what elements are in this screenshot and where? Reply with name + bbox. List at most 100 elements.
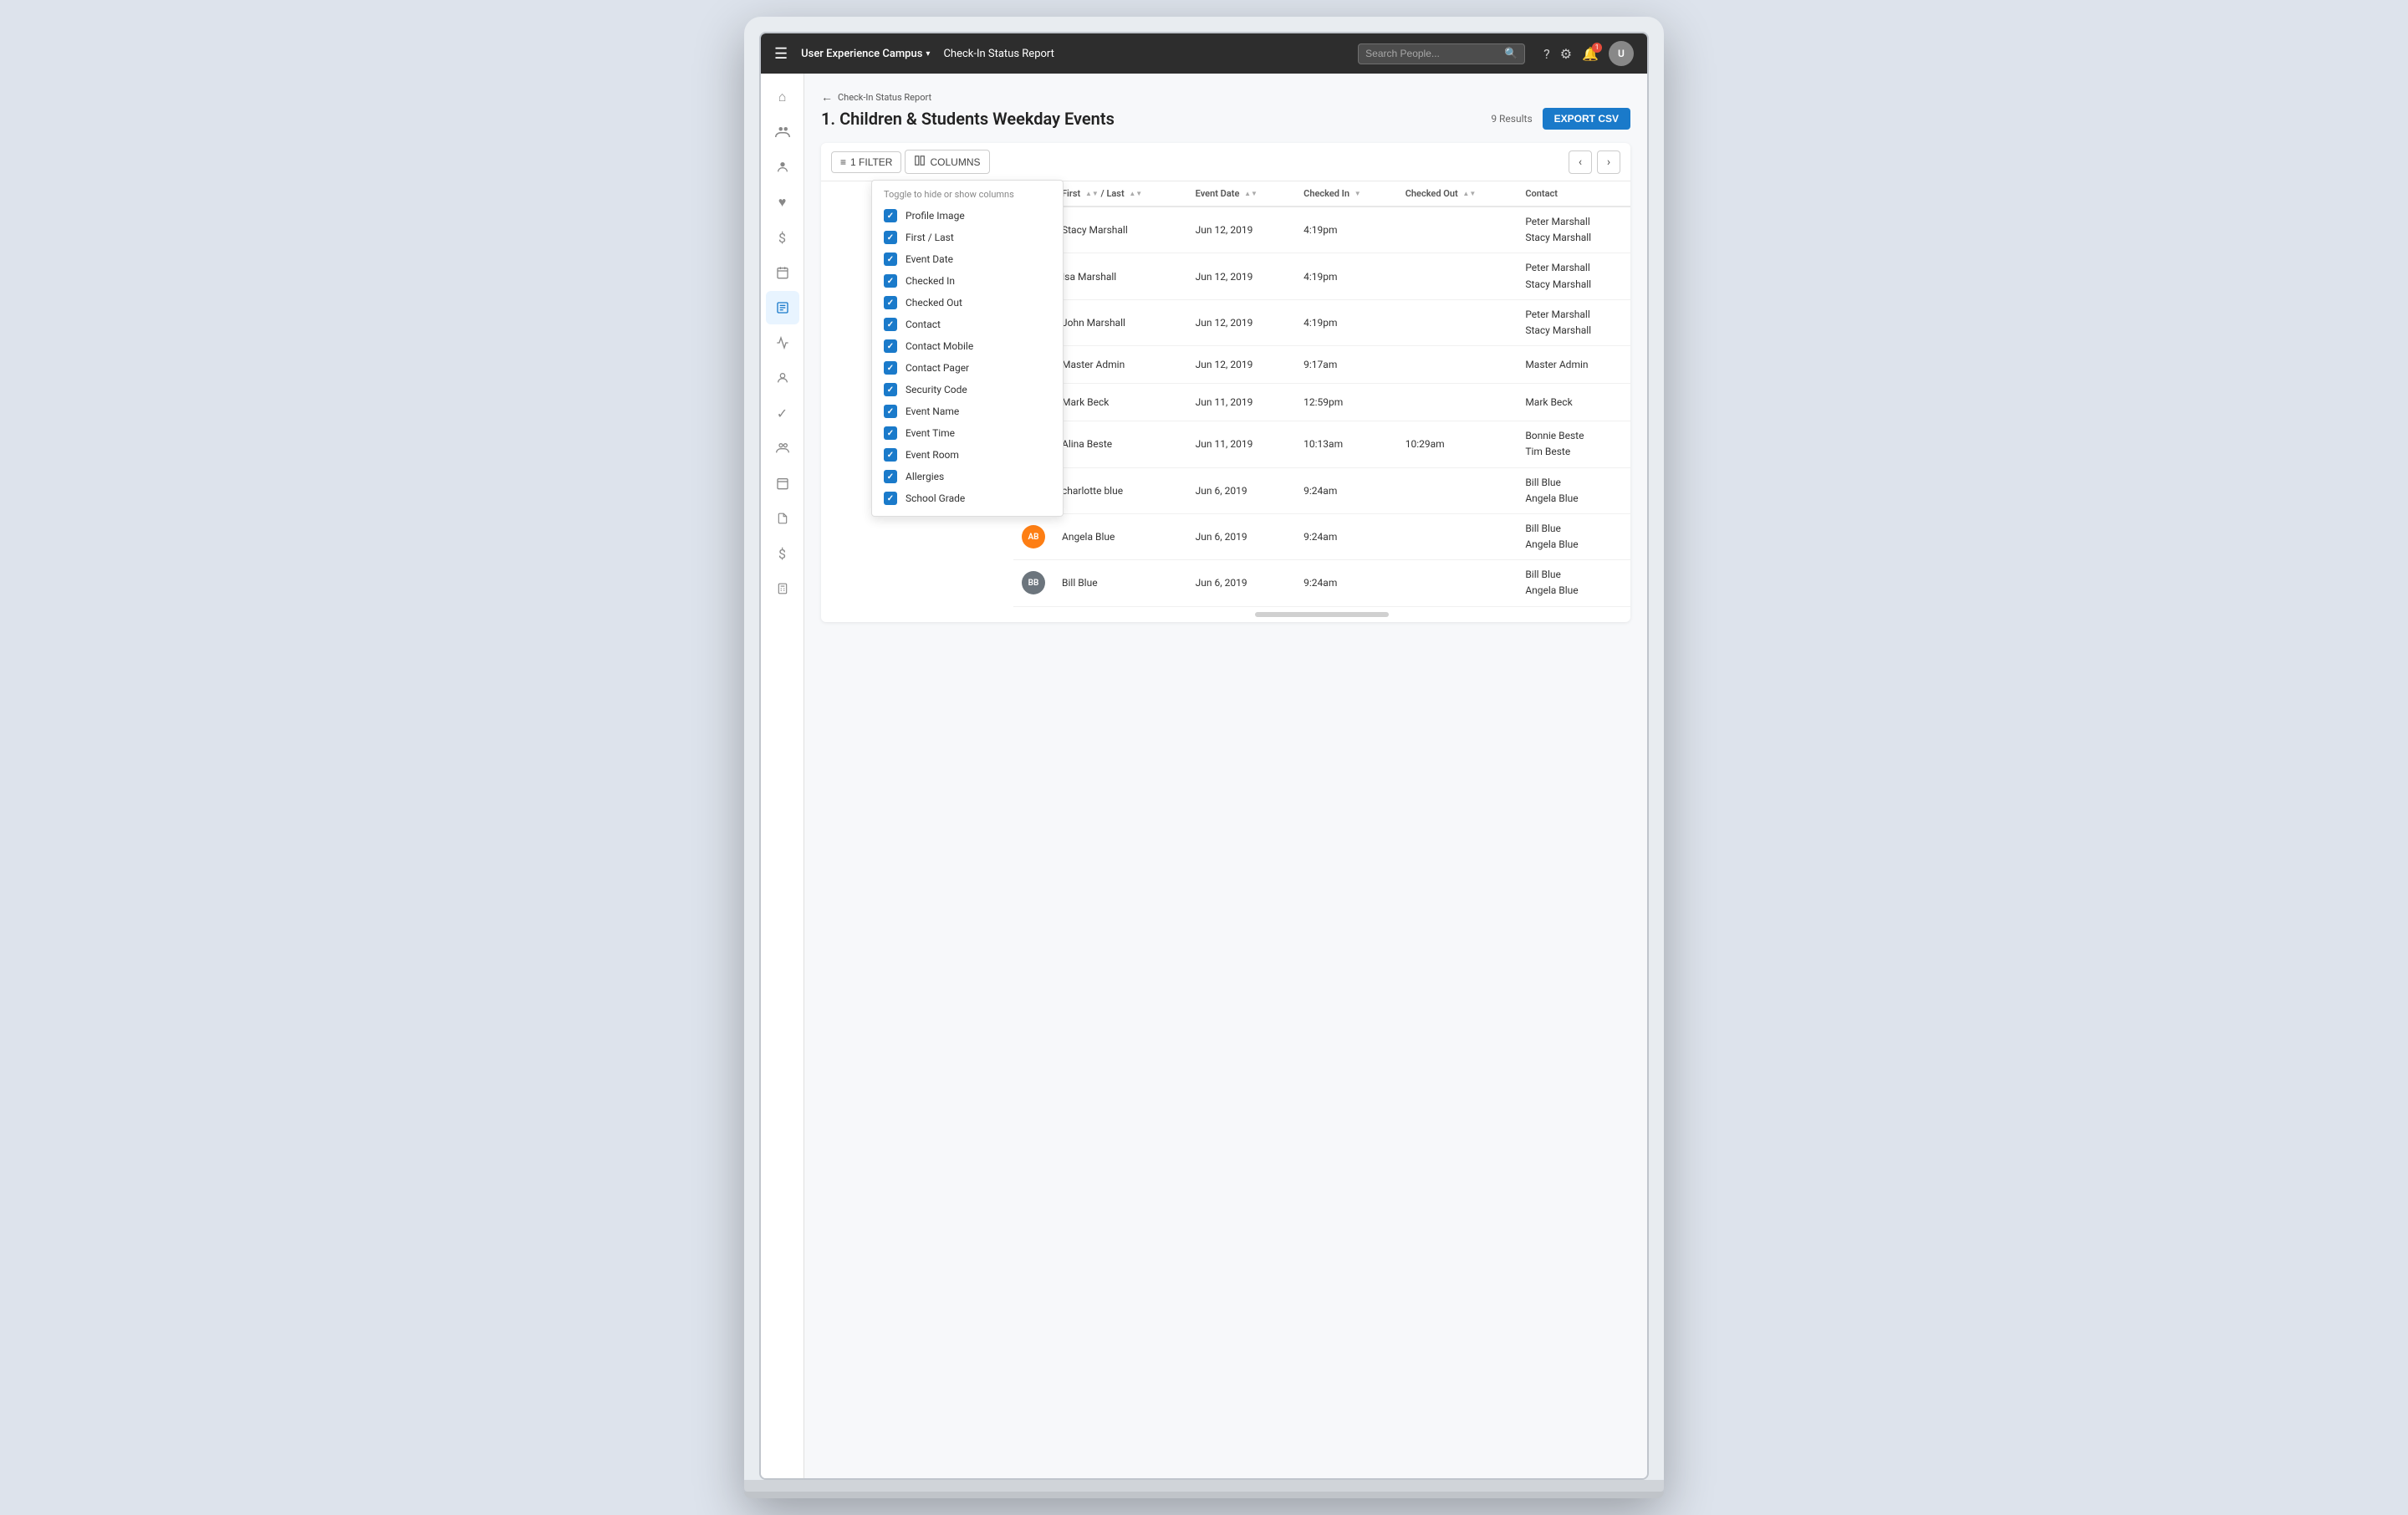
column-item-2[interactable]: ✓ Event Date (872, 248, 1063, 270)
column-checkbox-5: ✓ (884, 318, 897, 331)
columns-list: ✓ Profile Image ✓ First / Last ✓ Event D… (872, 205, 1063, 509)
sidebar-item-calculator[interactable] (766, 572, 799, 605)
column-label-5: Contact (906, 319, 941, 330)
avatar-8: BB (1022, 571, 1045, 594)
column-item-13[interactable]: ✓ School Grade (872, 487, 1063, 509)
table-row: Stacy MarshallJun 12, 20194:19pmPeter Ma… (1013, 207, 1630, 253)
cell-checkedout-1 (1397, 253, 1518, 299)
sidebar-item-money[interactable]: $ (766, 537, 799, 570)
sidebar-item-team[interactable] (766, 431, 799, 465)
sort-name-icon: ▲▼ (1085, 191, 1099, 197)
col-checked-out[interactable]: Checked Out ▲▼ (1397, 181, 1518, 207)
sidebar-item-document[interactable] (766, 502, 799, 535)
table-row: Master AdminJun 12, 20199:17amMaster Adm… (1013, 346, 1630, 384)
table-header: First ▲▼ / Last ▲▼ Event Date ▲▼ Checked… (1013, 181, 1630, 207)
cell-date-3: Jun 12, 2019 (1187, 346, 1295, 384)
cell-contact-7: Bill BlueAngela Blue (1517, 513, 1630, 559)
content-area: ← Check-In Status Report 1. Children & S… (804, 74, 1647, 1478)
sidebar-item-calendar2[interactable] (766, 467, 799, 500)
sidebar-item-checkin[interactable] (766, 291, 799, 324)
cell-checkedin-6: 9:24am (1295, 467, 1397, 513)
column-item-11[interactable]: ✓ Event Room (872, 444, 1063, 466)
column-item-0[interactable]: ✓ Profile Image (872, 205, 1063, 227)
cell-contact-2: Peter MarshallStacy Marshall (1517, 299, 1630, 345)
table-row: IMIsa MarshallJun 12, 20194:19pmPeter Ma… (1013, 253, 1630, 299)
columns-dropdown: Toggle to hide or show columns ✓ Profile… (871, 180, 1064, 517)
cell-checkedin-8: 9:24am (1295, 560, 1397, 606)
column-label-7: Contact Pager (906, 362, 969, 374)
export-csv-button[interactable]: EXPORT CSV (1543, 108, 1630, 130)
settings-icon[interactable]: ⚙ (1560, 46, 1572, 62)
sort-last-icon: ▲▼ (1129, 191, 1142, 197)
column-item-8[interactable]: ✓ Security Code (872, 379, 1063, 400)
column-item-1[interactable]: ✓ First / Last (872, 227, 1063, 248)
column-checkbox-4: ✓ (884, 296, 897, 309)
horizontal-scrollbar[interactable] (1255, 612, 1389, 617)
cell-date-0: Jun 12, 2019 (1187, 207, 1295, 253)
campus-chevron-icon: ▾ (926, 49, 930, 59)
cell-name-3: Master Admin (1054, 346, 1187, 384)
col-contact: Contact (1517, 181, 1630, 207)
user-avatar[interactable]: U (1609, 41, 1634, 66)
column-item-12[interactable]: ✓ Allergies (872, 466, 1063, 487)
cell-name-7: Angela Blue (1054, 513, 1187, 559)
search-input[interactable] (1365, 48, 1499, 59)
column-item-5[interactable]: ✓ Contact (872, 314, 1063, 335)
back-button[interactable]: ← (821, 90, 833, 105)
cell-checkedout-7 (1397, 513, 1518, 559)
main-card: ≡ 1 FILTER COLUMNS ‹ (821, 143, 1630, 622)
column-item-3[interactable]: ✓ Checked In (872, 270, 1063, 292)
sidebar-item-check[interactable]: ✓ (766, 396, 799, 430)
column-checkbox-11: ✓ (884, 448, 897, 462)
cell-date-7: Jun 6, 2019 (1187, 513, 1295, 559)
sidebar-item-finance[interactable]: $ (766, 221, 799, 254)
col-name[interactable]: First ▲▼ / Last ▲▼ (1054, 181, 1187, 207)
column-checkbox-0: ✓ (884, 209, 897, 222)
filter-label: 1 FILTER (850, 156, 892, 168)
cell-name-8: Bill Blue (1054, 560, 1187, 606)
table-container: First ▲▼ / Last ▲▼ Event Date ▲▼ Checked… (1013, 181, 1630, 622)
breadcrumb: ← Check-In Status Report (821, 90, 931, 105)
menu-button[interactable]: ☰ (774, 45, 788, 63)
sidebar-item-user[interactable] (766, 361, 799, 395)
prev-page-button[interactable]: ‹ (1569, 150, 1592, 174)
col-checked-in[interactable]: Checked In ▼ (1295, 181, 1397, 207)
sidebar-item-groups[interactable] (766, 115, 799, 149)
cell-contact-3: Master Admin (1517, 346, 1630, 384)
notifications-icon[interactable]: 🔔 1 (1582, 46, 1599, 62)
help-icon[interactable]: ? (1543, 46, 1550, 62)
col-event-date[interactable]: Event Date ▲▼ (1187, 181, 1295, 207)
search-box[interactable]: 🔍 (1358, 43, 1525, 64)
sort-checkout-icon: ▲▼ (1462, 191, 1476, 197)
cell-name-1: Isa Marshall (1054, 253, 1187, 299)
column-label-2: Event Date (906, 253, 953, 265)
column-item-7[interactable]: ✓ Contact Pager (872, 357, 1063, 379)
sidebar-item-heart[interactable]: ♥ (766, 186, 799, 219)
sidebar-item-person[interactable] (766, 150, 799, 184)
cell-checkedout-8 (1397, 560, 1518, 606)
sidebar: ⌂ ♥ $ (761, 74, 804, 1478)
table-row: CBcharlotte blueJun 6, 20199:24amBill Bl… (1013, 467, 1630, 513)
sidebar-item-home[interactable]: ⌂ (766, 80, 799, 114)
columns-label: COLUMNS (930, 156, 980, 168)
column-item-6[interactable]: ✓ Contact Mobile (872, 335, 1063, 357)
table-body: Stacy MarshallJun 12, 20194:19pmPeter Ma… (1013, 207, 1630, 606)
table-row: ABAlina BesteJun 11, 201910:13am10:29amB… (1013, 421, 1630, 467)
page-header: 1. Children & Students Weekday Events 9 … (821, 108, 1630, 130)
column-label-13: School Grade (906, 492, 965, 504)
sidebar-item-chart[interactable] (766, 326, 799, 360)
filter-button[interactable]: ≡ 1 FILTER (831, 151, 901, 173)
sidebar-item-calendar[interactable] (766, 256, 799, 289)
columns-button[interactable]: COLUMNS (905, 150, 989, 174)
filter-icon: ≡ (840, 156, 846, 168)
cell-contact-6: Bill BlueAngela Blue (1517, 467, 1630, 513)
column-item-10[interactable]: ✓ Event Time (872, 422, 1063, 444)
column-item-9[interactable]: ✓ Event Name (872, 400, 1063, 422)
column-checkbox-12: ✓ (884, 470, 897, 483)
next-page-button[interactable]: › (1597, 150, 1620, 174)
columns-icon (914, 155, 926, 169)
column-item-4[interactable]: ✓ Checked Out (872, 292, 1063, 314)
cell-checkedin-5: 10:13am (1295, 421, 1397, 467)
columns-dropdown-hint: Toggle to hide or show columns (872, 181, 1063, 205)
cell-checkedin-1: 4:19pm (1295, 253, 1397, 299)
